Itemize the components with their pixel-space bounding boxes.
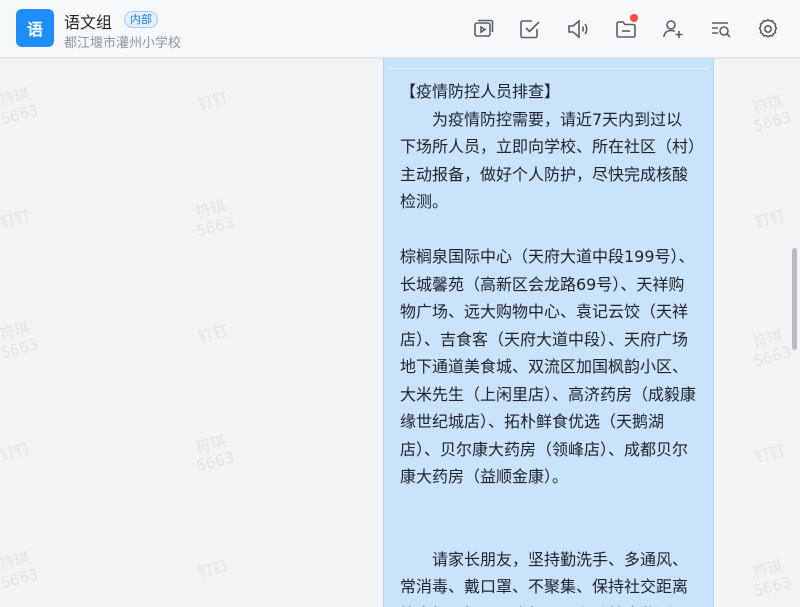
message-title: 【疫情防控人员排查】	[400, 82, 561, 101]
group-files-button[interactable]	[614, 14, 638, 41]
watermark: 符琪 5663	[750, 91, 794, 136]
watermark: 钉钉	[0, 439, 32, 465]
watermark: 钉钉	[753, 441, 787, 467]
chat-scrollbar[interactable]	[792, 248, 797, 350]
chat-header: 语 语文组 内部 都江堰市灌州小学校	[0, 0, 800, 58]
watermark: 符琪 5663	[0, 548, 41, 593]
message-bubble[interactable]: 【疫情防控人员排查】 为疫情防控需要，请近7天内到过以下场所人员，立即向学校、所…	[383, 58, 714, 607]
watermark: 符琪 5663	[750, 556, 794, 601]
search-history-icon	[712, 22, 731, 38]
add-member-button[interactable]	[661, 17, 685, 41]
video-meeting-icon	[474, 19, 494, 37]
group-avatar[interactable]: 语	[16, 9, 54, 47]
watermark: 符琪 5663	[193, 431, 237, 476]
settings-icon	[758, 18, 778, 38]
watermark: 符琪 5663	[0, 84, 41, 129]
video-meeting-button[interactable]	[471, 17, 495, 41]
watermark: 钉钉	[196, 556, 230, 582]
watermark: 钉钉	[196, 88, 230, 114]
organization-name: 都江堰市灌州小学校	[64, 36, 182, 51]
announcement-button[interactable]	[566, 17, 590, 41]
bubble-top-rule	[388, 68, 709, 69]
internal-badge: 内部	[124, 11, 158, 28]
unread-dot	[630, 14, 638, 22]
settings-button[interactable]	[756, 17, 780, 41]
watermark: 钉钉	[753, 206, 787, 232]
message-paragraph: 请家长朋友，坚持勤洗手、多通风、常消毒、戴口罩、不聚集、保持社交距离等良好习惯，…	[400, 549, 689, 607]
watermark: 钉钉	[0, 206, 32, 232]
search-history-button[interactable]	[709, 17, 733, 41]
watermark: 符琪 5663	[193, 196, 237, 241]
watermark: 符琪 5663	[750, 326, 794, 371]
message-paragraph: 棕榈泉国际中心（天府大道中段199号）、长城馨苑（高新区会龙路69号）、天祥购物…	[400, 247, 697, 486]
add-member-icon	[663, 20, 683, 38]
watermark: 符琪 5663	[0, 318, 41, 363]
task-button[interactable]	[518, 17, 542, 41]
task-check-icon	[520, 20, 540, 39]
message-paragraph: 为疫情防控需要，请近7天内到过以下场所人员，立即向学校、所在社区（村）主动报备，…	[400, 109, 697, 212]
group-name[interactable]: 语文组	[64, 9, 112, 33]
announcement-icon	[568, 19, 588, 39]
watermark: 钉钉	[196, 321, 230, 347]
